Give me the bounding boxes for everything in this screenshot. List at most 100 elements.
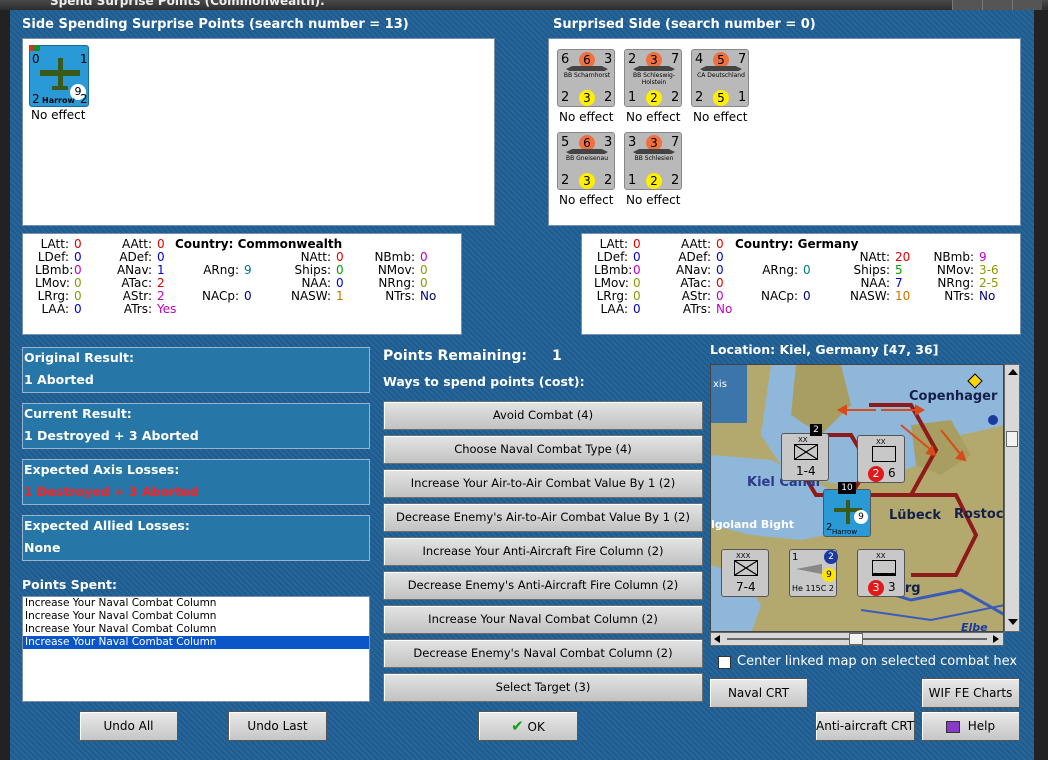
stat-label: LBmb: [594, 263, 633, 277]
ship-attack: 5 [561, 135, 570, 150]
anti-aircraft-crt-button[interactable]: Anti-aircraft CRT [815, 711, 915, 741]
harrow-br: 2 [80, 92, 88, 106]
ship-counter[interactable]: 3 3 7 BB Schlesien 1 2 2 [624, 132, 682, 190]
stat-label: ATac: [680, 276, 711, 290]
map-counter-infantry[interactable]: XX 1-4 2 [781, 424, 829, 481]
map-label-elbe: Elbe [961, 621, 988, 632]
ship-attack: 2 [628, 52, 637, 67]
spend-option-button[interactable]: Decrease Enemy's Anti-Aircraft Fire Colu… [383, 571, 703, 600]
ok-button[interactable]: ✔ OK [478, 711, 578, 741]
scroll-thumb-horizontal[interactable] [849, 633, 863, 645]
stat-value: 0 [420, 250, 428, 264]
stat-value: 0 [803, 263, 811, 277]
stats-commonwealth: Country: Commonwealth LAtt: 0 LDef: 0 LBmb: 0… [22, 233, 462, 335]
stat-label: ARng: [762, 263, 798, 277]
minimize-button[interactable] [952, 0, 982, 10]
checkmark-icon: ✔ [511, 717, 524, 735]
scroll-left-icon[interactable] [714, 635, 720, 643]
help-button[interactable]: Help [921, 711, 1020, 741]
stat-value: No [979, 289, 996, 303]
result-label: Original Result: [24, 350, 134, 365]
spend-option-button[interactable]: Select Target (3) [383, 673, 703, 702]
map-counter-harrow[interactable]: 10 2 9 Harrow [823, 482, 871, 537]
stat-value: 0 [803, 289, 811, 303]
ship-counter[interactable]: 5 6 3 BB Gneisenau 2 3 2 [557, 132, 615, 190]
stat-value: 0 [716, 289, 724, 303]
result-value: None [24, 540, 61, 555]
stat-label: LAtt: [599, 237, 628, 251]
wif-fe-charts-button[interactable]: WIF FE Charts [921, 678, 1020, 708]
ship-attack: 4 [695, 52, 704, 67]
map-counter-mountain[interactable]: XX 3 3 [857, 549, 905, 597]
points-remaining-label: Points Remaining: [383, 348, 528, 364]
list-item[interactable]: Increase Your Naval Combat Column [23, 636, 369, 649]
maximize-button[interactable] [982, 0, 1012, 10]
stat-value: 10 [895, 289, 911, 303]
stat-value: 0 [716, 250, 724, 264]
harrow-counter[interactable]: 0 1 9 2 Harrow 2 [29, 45, 89, 107]
ship-speed: 3 [604, 52, 613, 67]
help-label: Help [967, 719, 996, 733]
ship-speed: 7 [671, 135, 680, 150]
stat-label: NAA: [301, 276, 331, 290]
stat-label: NASW: [849, 289, 890, 303]
map-vertical-scrollbar[interactable] [1004, 364, 1020, 632]
ship-counter[interactable]: 6 6 3 BB Scharnhorst 2 3 2 [557, 49, 615, 107]
stat-value: 0 [633, 289, 641, 303]
ship-counter[interactable]: 4 5 7 CA Deutschland 2 5 1 [691, 49, 749, 107]
stat-label: ARng: [203, 263, 239, 277]
stat-label: NAtt: [859, 250, 890, 264]
map-counter-mech[interactable]: XXX 7-4 [721, 549, 769, 597]
country-label: Country: Germany [735, 237, 859, 251]
ship-effect: No effect [559, 110, 614, 124]
list-item[interactable]: Increase Your Naval Combat Column [23, 610, 369, 623]
spend-option-button[interactable]: Avoid Combat (4) [383, 401, 703, 430]
list-item[interactable]: Increase Your Naval Combat Column [23, 597, 369, 610]
battleship-icon [633, 66, 675, 71]
naval-crt-button[interactable]: Naval CRT [709, 678, 808, 708]
center-map-checkbox[interactable] [718, 656, 731, 669]
stat-value: 3-6 [979, 263, 999, 277]
ship-counter[interactable]: 2 3 7 BB Schleswig-Holstein 1 2 2 [624, 49, 682, 107]
stat-label: NACp: [760, 289, 798, 303]
stat-label: ATrs: [682, 302, 711, 316]
undo-all-button[interactable]: Undo All [79, 711, 178, 741]
map-counter-paratroop[interactable]: XX 2 6 [857, 435, 905, 483]
stat-label: AAtt: [122, 237, 152, 251]
spend-option-button[interactable]: Increase Your Naval Combat Column (2) [383, 605, 703, 634]
map-label-axis: xis [713, 379, 727, 390]
spending-side-header: Side Spending Surprise Points (search nu… [22, 17, 409, 32]
scroll-up-icon[interactable] [1008, 369, 1018, 375]
ship-aa: 2 [561, 173, 570, 188]
center-map-label: Center linked map on selected combat hex [737, 654, 1018, 669]
linked-map[interactable]: xis Copenhager Kiel Canal Lübeck Rostoc … [710, 364, 1004, 632]
points-spent-list[interactable]: Increase Your Naval Combat Column Increas… [22, 596, 370, 702]
ship-name: BB Scharnhorst [563, 72, 611, 79]
spend-option-button[interactable]: Choose Naval Combat Type (4) [383, 435, 703, 464]
harrow-name: Harrow [42, 96, 75, 105]
stat-value: 0 [633, 302, 641, 316]
points-spent-label: Points Spent: [22, 577, 118, 592]
close-button[interactable] [1012, 0, 1042, 10]
stat-label: NRng: [937, 276, 974, 290]
scroll-down-icon[interactable] [1008, 619, 1018, 625]
spend-option-button[interactable]: Increase Your Anti-Aircraft Fire Column … [383, 537, 703, 566]
stat-label: ATrs: [123, 302, 152, 316]
battleship-icon [566, 66, 608, 71]
map-counter-he115[interactable]: 1 2 9 He 115C 2 [789, 549, 838, 597]
stat-label: ANav: [116, 263, 152, 277]
undo-last-button[interactable]: Undo Last [228, 711, 327, 741]
nation-icon [34, 45, 40, 51]
stat-label: LAA: [600, 302, 628, 316]
spend-option-button[interactable]: Increase Your Air-to-Air Combat Value By… [383, 469, 703, 498]
spend-option-button[interactable]: Decrease Enemy's Naval Combat Column (2) [383, 639, 703, 668]
ship-range: 5 [713, 90, 729, 106]
scroll-thumb-vertical[interactable] [1006, 431, 1018, 447]
list-item[interactable]: Increase Your Naval Combat Column [23, 623, 369, 636]
stat-value: 0 [74, 250, 82, 264]
stat-label: NTrs: [385, 289, 415, 303]
map-horizontal-scrollbar[interactable] [710, 632, 1004, 646]
scroll-right-icon[interactable] [993, 635, 999, 643]
spending-units-panel: 0 1 9 2 Harrow 2 No effect [22, 38, 495, 226]
spend-option-button[interactable]: Decrease Enemy's Air-to-Air Combat Value… [383, 503, 703, 532]
